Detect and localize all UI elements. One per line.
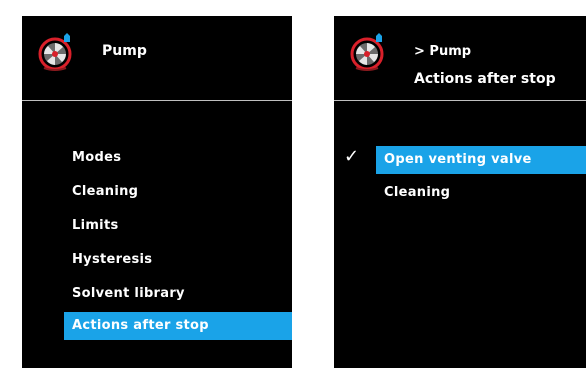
menu-item-limits[interactable]: Limits: [64, 212, 127, 240]
menu-item-hysteresis[interactable]: Hysteresis: [64, 246, 160, 274]
option-cleaning[interactable]: Cleaning: [376, 179, 458, 207]
screen-header: Pump: [22, 16, 292, 101]
pump-icon: [350, 33, 384, 71]
screen-header: > Pump Actions after stop: [334, 16, 586, 101]
actions-after-stop-screen: > Pump Actions after stop ✓ Open venting…: [334, 16, 586, 368]
option-open-venting-valve[interactable]: Open venting valve: [376, 146, 586, 174]
menu-item-modes[interactable]: Modes: [64, 144, 129, 172]
menu-item-solvent-library[interactable]: Solvent library: [64, 280, 193, 308]
screen-title: Actions after stop: [414, 71, 556, 87]
breadcrumb[interactable]: > Pump: [414, 44, 471, 59]
menu-item-actions-after-stop[interactable]: Actions after stop: [64, 312, 292, 340]
menu-item-cleaning[interactable]: Cleaning: [64, 178, 146, 206]
checkmark-icon: ✓: [344, 146, 360, 167]
pump-menu-screen: Pump Modes Cleaning Limits Hysteresis So…: [22, 16, 292, 368]
pump-icon: [38, 33, 72, 71]
screen-title: Pump: [102, 43, 147, 59]
